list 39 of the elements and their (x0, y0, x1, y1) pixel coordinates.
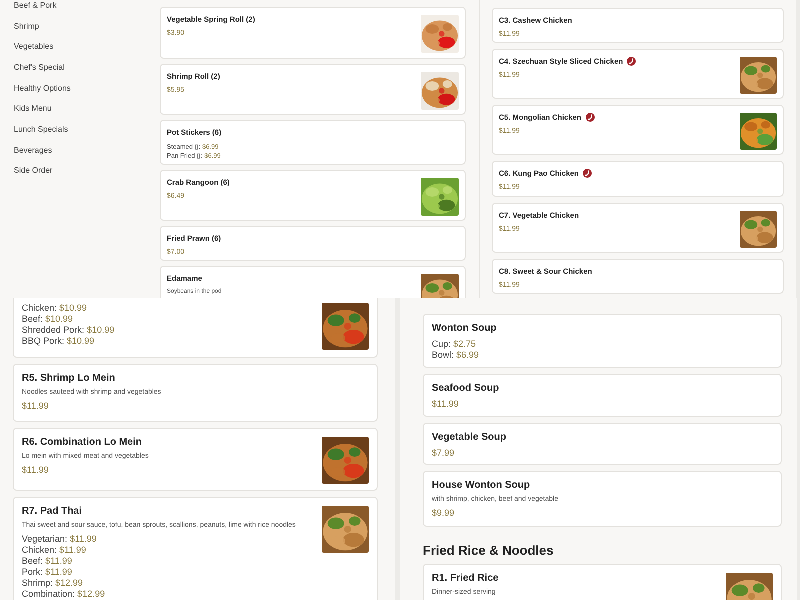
section-heading: Fried Rice & Noodles (423, 543, 555, 558)
item-price: $11.99 (22, 401, 50, 411)
menu-item-card[interactable]: Chicken: $10.99 Beef: $10.99 Shredded Pork: $10.99 BBQ Pork: $10.99 (13, 298, 378, 358)
price-option: Cup: $2.75 (432, 339, 497, 349)
item-name: Vegetable Soup (432, 432, 506, 443)
price-option: Beef: $10.99 (22, 314, 115, 324)
category-link[interactable]: Side Order (0, 160, 67, 182)
item-price: $7.99 (432, 448, 456, 458)
price-option: Shrimp: $12.99 (22, 578, 296, 588)
menu-item-card[interactable]: Wonton Soup Cup: $2.75 Bowl: $6.99 (423, 314, 782, 368)
item-name: R5. Shrimp Lo Mein (22, 373, 116, 384)
price-option: Beef: $11.99 (22, 556, 296, 566)
item-name: R7. Pad Thai (22, 506, 82, 517)
category-link[interactable]: Beverages (0, 140, 66, 160)
menu-item-card[interactable]: Vegetable Soup $7.99 (423, 423, 782, 465)
price-option: Shredded Pork: $10.99 (22, 325, 115, 335)
price-option: Bowl: $6.99 (432, 350, 497, 360)
menu-item-card[interactable]: Seafood Soup $11.99 (423, 374, 782, 417)
category-link[interactable]: Shrimp (0, 16, 54, 36)
price-option: Chicken: $11.99 (22, 545, 296, 555)
item-price: $9.99 (432, 508, 456, 518)
category-link[interactable]: Kids Menu (0, 98, 66, 120)
item-price: $11.99 (22, 465, 50, 475)
category-link[interactable]: Lunch Specials (0, 119, 82, 140)
price-option: Vegetarian: $11.99 (22, 534, 296, 544)
category-link[interactable]: Chef's Special (0, 57, 79, 78)
price-option: Chicken: $10.99 (22, 303, 115, 313)
category-link[interactable]: Beef & Pork (0, 0, 71, 16)
item-name: R6. Combination Lo Mein (22, 437, 142, 448)
item-name: Seafood Soup (432, 383, 500, 394)
price-option: Pork: $11.99 (22, 567, 296, 577)
price-option: BBQ Pork: $10.99 (22, 336, 115, 346)
item-name: House Wonton Soup (432, 480, 530, 491)
category-link[interactable]: Vegetables (0, 36, 68, 58)
item-price: $11.99 (432, 399, 460, 409)
category-link[interactable]: Healthy Options (0, 78, 85, 98)
price-option: Combination: $12.99 (22, 589, 296, 599)
item-name: Wonton Soup (432, 323, 497, 334)
item-name: R1. Fried Rice (432, 573, 499, 584)
